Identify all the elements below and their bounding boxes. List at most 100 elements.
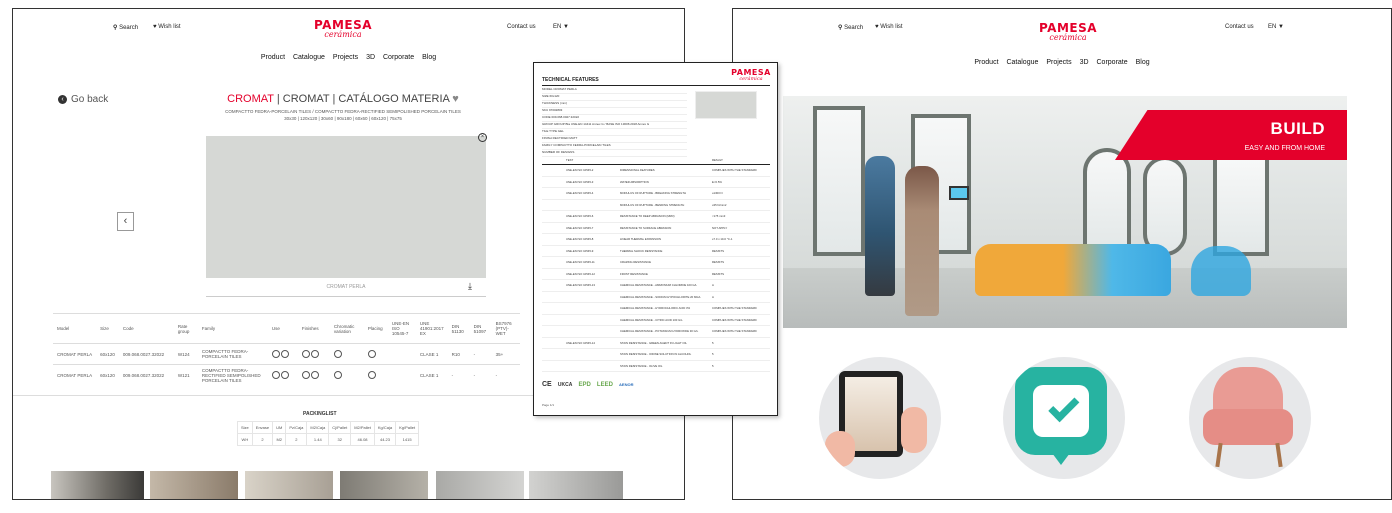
table-row: UNE-EN ISO 10545-13 CHEMICAL RESISTANCE -… [542, 280, 770, 292]
gallery-thumbnail[interactable] [150, 471, 238, 499]
wishlist-link[interactable]: ♥ Wish list [875, 24, 903, 30]
caret-down-icon: ▼ [563, 24, 569, 30]
nav-projects[interactable]: Projects [333, 54, 358, 61]
wall-use-icon [280, 370, 289, 379]
heart-icon: ♥ [875, 24, 879, 30]
table-row: CHEMICAL RESISTANCE - CITRIC ACID 100 G/… [542, 315, 770, 326]
table-row: UNE-EN ISO 10545-14 STAIN RESISTANCE - GR… [542, 338, 770, 349]
matt-finish-icon [301, 349, 310, 358]
heart-icon[interactable]: ♥ [452, 93, 459, 105]
main-nav: Product Catalogue Projects 3D Corporate … [13, 54, 684, 61]
nav-catalogue[interactable]: Catalogue [293, 54, 325, 61]
finish-icons [297, 343, 330, 365]
nav-blog[interactable]: Blog [422, 54, 436, 61]
wishlist-link[interactable]: ♥ Wish list [153, 24, 181, 30]
specification-table: Model Size Code Rate group Family Use Fi… [53, 313, 520, 386]
table-row: UNE-EN ISO 10545-8 LINEAR THERMAL EXPANSI… [542, 234, 770, 246]
feature-check-circle[interactable] [1003, 357, 1125, 479]
hand-icon [825, 431, 855, 467]
woman-figure [905, 166, 939, 316]
gallery-thumbnail[interactable] [340, 471, 428, 499]
rectified-icon [310, 370, 319, 379]
nav-corporate[interactable]: Corporate [1097, 59, 1128, 66]
table-row: UNE-EN ISO 10545-3 WATER ABSORPTION E<0.5% [542, 177, 770, 188]
wall-use-icon [280, 349, 289, 358]
language-selector[interactable]: EN ▼ [1268, 24, 1284, 30]
divider [206, 296, 486, 297]
gallery-thumbnail[interactable] [51, 471, 144, 499]
table-row[interactable]: CROMAT PERLA 60x120 009.068.0027.32022 W… [53, 343, 520, 365]
tablet-icon [949, 186, 969, 200]
sheet-meta: MODEL CROMAT PERLA SIZE 60x120 THICKNESS… [542, 87, 687, 157]
checkmark-badge-icon [1015, 367, 1107, 465]
table-row: UNE-EN ISO 10545-7 RESISTANCE TO SURFACE … [542, 223, 770, 234]
language-selector[interactable]: EN ▼ [553, 24, 569, 30]
product-title: CROMAT | CROMAT | CATÁLOGO MATERIA ♥ [227, 93, 459, 105]
tile-thumbnail [695, 91, 757, 119]
packinglist-table: Size Envase UM Pz/Caja M2/Caja Cj/Pallet… [237, 421, 420, 446]
nav-product[interactable]: Product [261, 54, 285, 61]
build-banner: BUILD EASY AND FROM HOME [1115, 110, 1347, 160]
close-icon[interactable]: × [478, 133, 487, 142]
hand-icon [901, 407, 927, 453]
table-header: TEST RESULT [542, 157, 770, 165]
go-back-link[interactable]: ‹ Go back [58, 94, 108, 105]
window [1213, 156, 1269, 256]
image-caption: CROMAT PERLA [326, 284, 366, 290]
nav-projects[interactable]: Projects [1046, 59, 1071, 66]
table-row: UNE-EN ISO 10545-11 CRAZING RESISTANCE RES… [542, 257, 770, 269]
contact-link[interactable]: Contact us [507, 24, 536, 30]
nav-3d[interactable]: 3D [366, 54, 375, 61]
table-row: CHEMICAL RESISTANCE - POTASSIUM HYDROXID… [542, 326, 770, 338]
nav-corporate[interactable]: Corporate [383, 54, 414, 61]
aenor-logo: AENOR [619, 382, 634, 387]
feature-armchair-circle[interactable] [1189, 357, 1311, 479]
previous-image-button[interactable]: ‹ [117, 212, 134, 231]
table-row[interactable]: CROMAT PERLA 60x120 009.068.0027.32022 W… [53, 364, 520, 386]
arrow-left-icon: ‹ [58, 95, 67, 104]
use-icons [267, 343, 298, 365]
table-header: Model Size Code Rate group Family Use Fi… [53, 313, 520, 344]
heart-icon: ♥ [153, 24, 157, 30]
gallery-thumbnail[interactable] [529, 471, 623, 499]
gallery-thumbnail[interactable] [245, 471, 333, 499]
table-row: CHEMICAL RESISTANCE - SODIUM HYPOCHLORIT… [542, 292, 770, 303]
pamesa-logo[interactable]: PAMESA cerámica [303, 19, 383, 39]
search-icon: ⚲ [838, 25, 843, 31]
search-icon: ⚲ [113, 25, 118, 31]
epd-logo: EPD [578, 382, 591, 388]
pamesa-logo[interactable]: PAMESA cerámica [1028, 22, 1108, 42]
table-row: MODULUS OF RUPTURE - BENDING STRENGTH ≥35… [542, 200, 770, 211]
check-icon [1048, 391, 1080, 423]
placing-icon [367, 370, 376, 379]
certifications: CE UKCA EPD LEED AENOR [542, 381, 639, 388]
nav-product[interactable]: Product [974, 59, 998, 66]
search-link[interactable]: ⚲ Search [838, 24, 863, 31]
table-row: STAIN RESISTANCE - IODINE SOLUTION IN AL… [542, 349, 770, 361]
main-nav: Product Catalogue Projects 3D Corporate … [733, 59, 1391, 66]
gallery-thumbnail[interactable] [436, 471, 524, 499]
test-results-table: TEST RESULT UNE-EN ISO 10545-2 DIMENSIONAL… [542, 157, 770, 372]
download-icon[interactable]: ⤓ [468, 281, 472, 292]
sheet-title: TECHNICAL FEATURES [542, 77, 599, 83]
leed-logo: LEED [596, 382, 613, 388]
contact-link[interactable]: Contact us [1225, 24, 1254, 30]
hero-banner[interactable]: BUILD EASY AND FROM HOME [783, 96, 1347, 328]
feature-tablet-circle[interactable] [819, 357, 941, 479]
floor-use-icon [271, 349, 280, 358]
window [1143, 156, 1187, 256]
sofa-hologram [975, 244, 1171, 296]
table-row: UNE-EN ISO 10545-2 DIMENSIONAL FEATURES CO… [542, 165, 770, 177]
nav-3d[interactable]: 3D [1080, 59, 1089, 66]
table-row: WH 2 M2 2 1.44 32 46.08 44.23 1415 [237, 433, 420, 446]
search-link[interactable]: ⚲ Search [113, 24, 138, 31]
product-image [206, 136, 486, 278]
table-row: CHEMICAL RESISTANCE - HYDROCHLORIC ACID … [542, 303, 770, 315]
product-subtitle: COMPACTTO FEDRA-PORCELAIN TILES / COMPAC… [225, 109, 461, 122]
pamesa-logo: PAMESA cerámica [731, 68, 771, 82]
collage: ⚲ Search ♥ Wish list Contact us EN ▼ PAM… [0, 0, 1392, 513]
nav-blog[interactable]: Blog [1136, 59, 1150, 66]
table-row: UNE-EN ISO 10545-4 MODULUS OF RUPTURE - B… [542, 188, 770, 200]
nav-catalogue[interactable]: Catalogue [1006, 59, 1038, 66]
table-row: UNE-EN ISO 10545-6 RESISTANCE TO DEEP ABR… [542, 211, 770, 223]
